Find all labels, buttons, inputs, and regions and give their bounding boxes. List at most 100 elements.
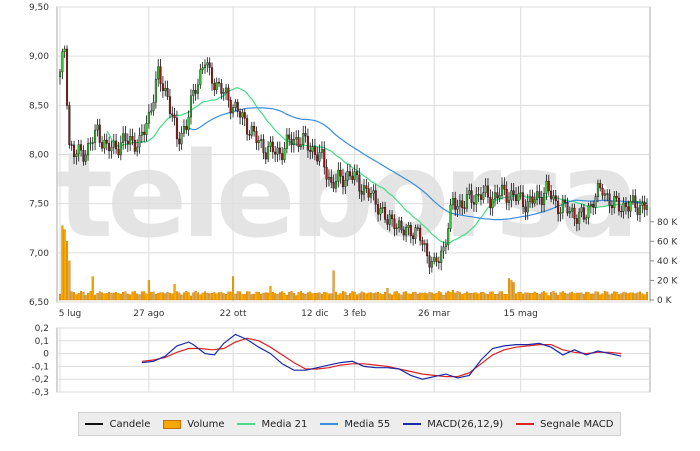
legend-swatch bbox=[163, 419, 182, 429]
candle-body bbox=[348, 171, 352, 177]
volume-bar bbox=[246, 291, 249, 301]
candle-body bbox=[260, 139, 263, 141]
volume-bar bbox=[386, 288, 389, 301]
volume-bar bbox=[629, 292, 632, 301]
volume-bar bbox=[299, 291, 302, 301]
volume-bar bbox=[529, 292, 532, 301]
candle-body bbox=[489, 196, 492, 209]
candle-body bbox=[400, 220, 403, 231]
volume-bar bbox=[507, 278, 511, 301]
volume-bar bbox=[430, 292, 433, 301]
volume-bar bbox=[101, 292, 104, 301]
volume-bar bbox=[152, 291, 155, 301]
volume-bar bbox=[311, 293, 314, 301]
candle-body bbox=[105, 139, 108, 144]
candle-body bbox=[309, 150, 312, 152]
legend-label: Media 55 bbox=[344, 418, 391, 430]
candle-body bbox=[496, 192, 499, 199]
volume-bar bbox=[274, 293, 277, 301]
volume-bar bbox=[239, 291, 242, 301]
volume-bar bbox=[405, 291, 408, 301]
candle-body bbox=[561, 199, 564, 213]
candle-body bbox=[283, 148, 286, 160]
volume-bar bbox=[358, 293, 361, 301]
candle-body bbox=[603, 193, 606, 196]
volume-bar bbox=[388, 293, 391, 301]
price-tick-label: 7,00 bbox=[29, 249, 49, 259]
volume-bar bbox=[89, 291, 92, 301]
price-tick-label: 6,50 bbox=[29, 298, 49, 308]
candle-body bbox=[133, 139, 136, 152]
volume-bar bbox=[360, 291, 363, 301]
candle-body bbox=[222, 92, 225, 94]
volume-bar bbox=[220, 292, 223, 301]
volume-bar bbox=[498, 291, 501, 301]
candle-body bbox=[285, 134, 288, 149]
volume-bar bbox=[463, 293, 466, 301]
legend-item: Candele bbox=[85, 419, 150, 430]
volume-bar bbox=[124, 291, 127, 301]
volume-bar bbox=[580, 292, 583, 301]
volume-bar bbox=[213, 292, 216, 301]
volume-bar bbox=[241, 294, 244, 301]
volume-bar bbox=[638, 291, 642, 301]
price-panel: teleborsa9,509,008,508,007,507,006,505 l… bbox=[29, 3, 678, 319]
candle-body bbox=[571, 207, 574, 212]
candle-body bbox=[129, 136, 132, 145]
candle-body bbox=[241, 112, 244, 118]
volume-bar bbox=[136, 293, 139, 301]
candle-body bbox=[316, 154, 319, 162]
candle-body bbox=[610, 205, 613, 209]
candle-body bbox=[203, 64, 207, 68]
macd-tick-label: -0,2 bbox=[31, 375, 49, 385]
volume-bar bbox=[70, 291, 73, 301]
candle-body bbox=[426, 243, 429, 257]
candle-body bbox=[178, 138, 181, 145]
legend-swatch bbox=[320, 423, 339, 425]
volume-bar bbox=[267, 292, 270, 301]
candle-body bbox=[624, 202, 627, 207]
candle-body bbox=[395, 227, 398, 229]
candle-body bbox=[323, 148, 326, 168]
macd-tick-label: 0,2 bbox=[35, 324, 49, 334]
volume-bar bbox=[65, 241, 69, 301]
candle-body bbox=[320, 148, 323, 153]
volume-bar bbox=[426, 293, 429, 301]
volume-bar bbox=[543, 291, 546, 301]
volume-bar bbox=[323, 292, 326, 301]
candle-body bbox=[596, 183, 599, 197]
volume-bar bbox=[641, 293, 644, 301]
candle-body bbox=[271, 141, 274, 153]
candle-body bbox=[631, 195, 634, 202]
volume-bar bbox=[234, 293, 237, 301]
volume-bar bbox=[278, 292, 281, 301]
candle-body bbox=[522, 192, 525, 207]
volume-bar bbox=[564, 292, 567, 301]
candle-body bbox=[87, 143, 90, 156]
candle-body bbox=[498, 195, 501, 199]
candle-body bbox=[641, 202, 644, 206]
candle-body bbox=[89, 142, 92, 144]
volume-bar bbox=[173, 284, 176, 301]
candle-body bbox=[360, 190, 363, 195]
candle-body bbox=[374, 190, 377, 205]
candle-body bbox=[505, 188, 508, 203]
volume-bar bbox=[372, 293, 375, 301]
candle-body bbox=[512, 190, 515, 196]
candle-body bbox=[264, 152, 267, 160]
candle-body bbox=[493, 192, 497, 200]
price-tick-label: 9,00 bbox=[29, 52, 49, 62]
volume-bar bbox=[154, 293, 157, 301]
candle-body bbox=[638, 205, 642, 215]
date-tick-label: 5 lug bbox=[59, 309, 82, 319]
candle-body bbox=[456, 205, 459, 210]
candle-body bbox=[278, 147, 281, 154]
candle-body bbox=[440, 250, 443, 263]
candle-body bbox=[566, 202, 569, 214]
volume-bar bbox=[341, 291, 344, 301]
volume-bar bbox=[161, 292, 164, 301]
volume-bar bbox=[351, 291, 354, 301]
volume-bar bbox=[578, 292, 581, 301]
volume-bar bbox=[94, 294, 97, 301]
volume-bar bbox=[84, 295, 87, 301]
